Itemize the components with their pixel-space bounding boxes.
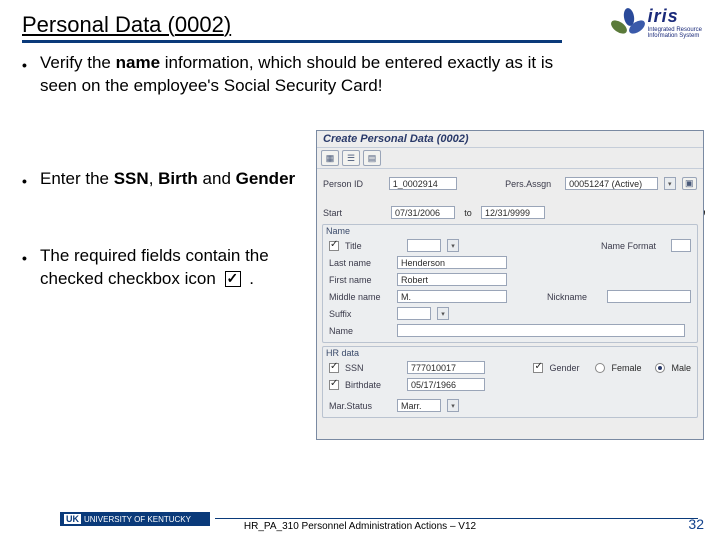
page-title: Personal Data (0002) [22, 12, 562, 43]
female-label: Female [611, 363, 641, 373]
req-check-icon [329, 241, 339, 251]
iris-tagline-2: Information System [648, 33, 702, 39]
end-date-field[interactable]: 12/31/9999 [481, 206, 545, 219]
pers-assgn-label: Pers.Assgn [505, 179, 559, 189]
birthdate-label: Birthdate [345, 380, 401, 390]
req-check-icon [329, 363, 339, 373]
hr-data-group: HR data SSN 777010017 Gender Female Male… [322, 346, 698, 418]
suffix-label: Suffix [329, 309, 391, 319]
middle-name-field[interactable]: M. [397, 290, 507, 303]
sap-toolbar-button-3[interactable]: ▤ [363, 150, 381, 166]
last-name-label: Last name [329, 258, 391, 268]
start-label: Start [323, 208, 385, 218]
start-date-field[interactable]: 07/31/2006 [391, 206, 455, 219]
name-format-field[interactable] [671, 239, 691, 252]
sap-window-title: Create Personal Data (0002) [317, 131, 703, 148]
hr-group-label: HR data [326, 348, 700, 358]
title-label: Title [345, 241, 401, 251]
sap-toolbar-button-1[interactable]: ▦ [321, 150, 339, 166]
iris-logo-text: iris [648, 6, 702, 27]
female-radio[interactable] [595, 363, 605, 373]
first-name-label: First name [329, 275, 391, 285]
dropdown-icon[interactable]: ▾ [447, 399, 459, 412]
male-label: Male [671, 363, 691, 373]
sap-toolbar-button-2[interactable]: ☰ [342, 150, 360, 166]
sap-toolbar: ▦ ☰ ▤ [317, 148, 703, 169]
dropdown-icon[interactable]: ▾ [437, 307, 449, 320]
bullet-2: • Enter the SSN, Birth and Gender [22, 168, 322, 191]
person-id-field[interactable]: 1_0002914 [389, 177, 457, 190]
nickname-label: Nickname [547, 292, 601, 302]
full-name-field[interactable] [397, 324, 685, 337]
checked-checkbox-icon [225, 271, 241, 287]
dropdown-icon[interactable]: ▾ [664, 177, 676, 190]
to-label: to [461, 208, 475, 218]
title-text: Personal Data (0002) [22, 12, 231, 37]
person-id-label: Person ID [323, 179, 383, 189]
birthdate-field[interactable]: 05/17/1966 [407, 378, 485, 391]
first-name-field[interactable]: Robert [397, 273, 507, 286]
gender-label: Gender [549, 363, 589, 373]
name-group-label: Name [326, 226, 700, 236]
req-check-icon [329, 380, 339, 390]
title-field[interactable] [407, 239, 441, 252]
bullet-3: • The required fields contain the checke… [22, 245, 322, 291]
male-radio[interactable] [655, 363, 665, 373]
iris-logo: iris Integrated Resource Information Sys… [614, 6, 702, 39]
middle-name-label: Middle name [329, 292, 391, 302]
nickname-field[interactable] [607, 290, 691, 303]
suffix-field[interactable] [397, 307, 431, 320]
pers-assgn-field[interactable]: 00051247 (Active) [565, 177, 658, 190]
marital-status-label: Mar.Status [329, 401, 391, 411]
name-group: Name Title ▾ Name Format Last name Hende… [322, 224, 698, 343]
full-name-label: Name [329, 326, 391, 336]
footer-divider [215, 518, 698, 519]
marital-status-field[interactable]: Marr. [397, 399, 441, 412]
iris-flower-icon [614, 8, 644, 38]
bullet-1: • Verify the name information, which sho… [22, 52, 582, 98]
pers-assgn-button[interactable]: ▣ [682, 177, 697, 190]
ssn-field[interactable]: 777010017 [407, 361, 485, 374]
last-name-field[interactable]: Henderson [397, 256, 507, 269]
dropdown-icon[interactable]: ▾ [447, 239, 459, 252]
footer-text: HR_PA_310 Personnel Administration Actio… [0, 521, 720, 532]
name-format-label: Name Format [601, 241, 665, 251]
page-number: 32 [688, 516, 704, 532]
req-check-icon [533, 363, 543, 373]
ssn-label: SSN [345, 363, 401, 373]
sap-panel: Create Personal Data (0002) ▦ ☰ ▤ Person… [316, 130, 704, 440]
